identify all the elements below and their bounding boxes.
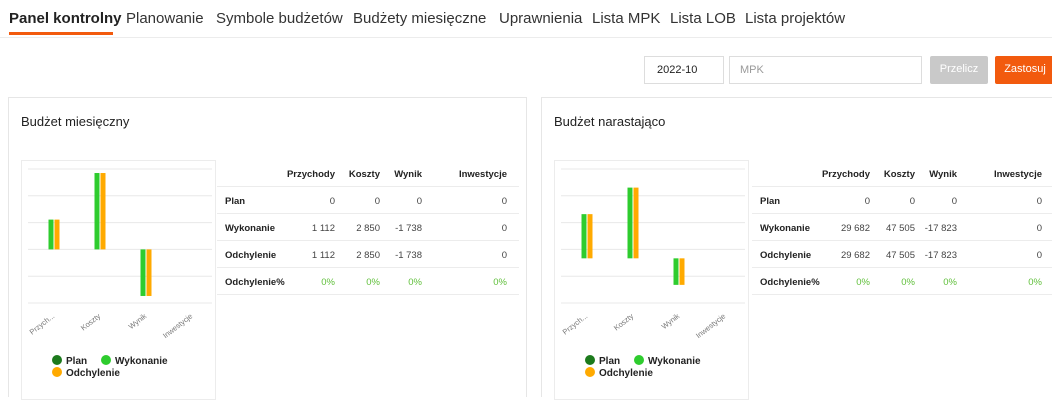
chart-tick-label: Wynik xyxy=(127,311,149,331)
legend-dot-odchylenie xyxy=(585,367,595,377)
table-cell: 0 xyxy=(1036,223,1042,234)
table-cell: 0% xyxy=(943,277,957,288)
chart-tick-label: Przych... xyxy=(561,311,590,336)
column-header: Inwestycje xyxy=(993,169,1042,180)
legend-item-plan: Plan xyxy=(585,355,620,367)
legend-label: Wykonanie xyxy=(648,356,701,367)
row-label: Wykonanie xyxy=(760,223,810,234)
chart-tick-label: Koszty xyxy=(79,311,102,332)
tab-lista-projektow[interactable]: Lista projektów xyxy=(745,10,845,27)
legend-label: Odchylenie xyxy=(66,368,120,379)
table-cell: 0 xyxy=(416,196,422,207)
legend-label: Plan xyxy=(599,356,621,367)
row-label: Odchylenie xyxy=(225,250,277,261)
chart-bar-odchylenie xyxy=(587,214,593,259)
table-row: Odchylenie% 0% 0% 0% 0% xyxy=(217,268,519,295)
tab-symbole-budzetow[interactable]: Symbole budżetów xyxy=(216,10,343,27)
chart-bar-odchylenie xyxy=(54,219,60,250)
legend-item-wykonanie: Wykonanie xyxy=(634,355,701,367)
table-row: Odchylenie% 0% 0% 0% 0% xyxy=(752,268,1052,295)
chart-budzet-narastajaco: Przych... Koszty Wynik Inwestycje Plan Wyko… xyxy=(554,160,749,400)
chart-tick-label: Przych... xyxy=(28,311,57,336)
table-cell: 0% xyxy=(493,277,507,288)
table-row: Plan 0 0 0 0 xyxy=(752,187,1052,214)
table-row: Plan 0 0 0 0 xyxy=(217,187,519,214)
table-cell: -17 823 xyxy=(924,223,957,234)
table-cell: -1 738 xyxy=(395,250,422,261)
tabs-divider xyxy=(0,37,1052,38)
table-cell: 0% xyxy=(408,277,422,288)
top-tab-bar: Panel kontrolny Planowanie Symbole budże… xyxy=(0,0,1052,38)
card-title: Budżet miesięczny xyxy=(21,114,130,129)
column-header: Inwestycje xyxy=(458,169,507,180)
chart-tick-label: Inwestycje xyxy=(161,311,194,340)
legend-label: Wykonanie xyxy=(115,356,168,367)
tab-planowanie[interactable]: Planowanie xyxy=(126,10,204,27)
table-cell: 0 xyxy=(501,250,507,261)
chart-bar-odchylenie xyxy=(100,173,106,250)
chart-bar-wykonanie xyxy=(581,214,587,259)
table-row: Wykonanie 29 682 47 505 -17 823 0 xyxy=(752,214,1052,241)
card-budzet-miesieczny: Budżet miesięczny Przych... Koszty Wynik In… xyxy=(8,97,527,400)
legend-item-wykonanie: Wykonanie xyxy=(101,355,168,367)
chart-tick-label: Inwestycje xyxy=(694,311,727,340)
legend-label: Odchylenie xyxy=(599,368,653,379)
chart-budzet-miesieczny: Przych... Koszty Wynik Inwestycje Plan Wyko… xyxy=(21,160,216,400)
table-header-row: Przychody Koszty Wynik Inwestycje xyxy=(752,160,1052,187)
column-header: Wynik xyxy=(394,169,422,180)
recalculate-button[interactable]: Przelicz xyxy=(930,56,988,84)
active-tab-indicator xyxy=(9,32,113,35)
card-budzet-narastajaco: Budżet narastająco Przych... Koszty Wynik I… xyxy=(541,97,1052,400)
row-label: Wykonanie xyxy=(225,223,275,234)
table-header-row: Przychody Koszty Wynik Inwestycje xyxy=(217,160,519,187)
row-label: Plan xyxy=(760,196,781,207)
table-row: Odchylenie 29 682 47 505 -17 823 0 xyxy=(752,241,1052,268)
apply-button[interactable]: Zastosuj xyxy=(995,56,1052,84)
chart-bar-odchylenie xyxy=(679,258,685,285)
legend-dot-wykonanie xyxy=(634,355,644,365)
table-cell: 0 xyxy=(951,196,957,207)
chart-bar-wykonanie xyxy=(94,173,100,250)
tab-uprawnienia[interactable]: Uprawnienia xyxy=(499,10,582,27)
legend-dot-plan xyxy=(52,355,62,365)
table-cell: -17 823 xyxy=(924,250,957,261)
table-cell: -1 738 xyxy=(395,223,422,234)
legend-dot-odchylenie xyxy=(52,367,62,377)
legend-dot-wykonanie xyxy=(101,355,111,365)
tab-panel-kontrolny[interactable]: Panel kontrolny xyxy=(9,10,122,27)
card-title: Budżet narastająco xyxy=(554,114,666,129)
legend-dot-plan xyxy=(585,355,595,365)
row-label: Odchylenie xyxy=(760,250,812,261)
chart-tick-label: Koszty xyxy=(612,311,635,332)
tab-budzety-miesieczne[interactable]: Budżety miesięczne xyxy=(353,10,486,27)
chart-bar-wykonanie xyxy=(48,219,54,250)
chart-bar-wykonanie xyxy=(673,258,679,285)
chart-bar-odchylenie xyxy=(146,249,152,296)
mpk-input[interactable] xyxy=(729,56,922,84)
column-header: Wynik xyxy=(929,169,957,180)
chart-tick-label: Wynik xyxy=(660,311,682,331)
table-cell: 0 xyxy=(1036,196,1042,207)
table-cell: 0 xyxy=(501,196,507,207)
row-label: Plan xyxy=(225,196,246,207)
chart-bar-wykonanie xyxy=(140,249,146,296)
chart-bar-wykonanie xyxy=(627,187,633,259)
month-picker[interactable]: 2022-10 xyxy=(644,56,724,84)
table-cell: 0 xyxy=(1036,250,1042,261)
table-row: Odchylenie 1 112 2 850 -1 738 0 xyxy=(217,241,519,268)
legend-item-odchylenie: Odchylenie xyxy=(585,367,653,379)
tab-lista-mpk[interactable]: Lista MPK xyxy=(592,10,660,27)
legend-label: Plan xyxy=(66,356,88,367)
table-cell: 0% xyxy=(1028,277,1042,288)
tab-lista-lob[interactable]: Lista LOB xyxy=(670,10,736,27)
legend-item-odchylenie: Odchylenie xyxy=(52,367,120,379)
legend-item-plan: Plan xyxy=(52,355,87,367)
chart-bar-odchylenie xyxy=(633,187,639,259)
table-row: Wykonanie 1 112 2 850 -1 738 0 xyxy=(217,214,519,241)
table-cell: 0 xyxy=(501,223,507,234)
